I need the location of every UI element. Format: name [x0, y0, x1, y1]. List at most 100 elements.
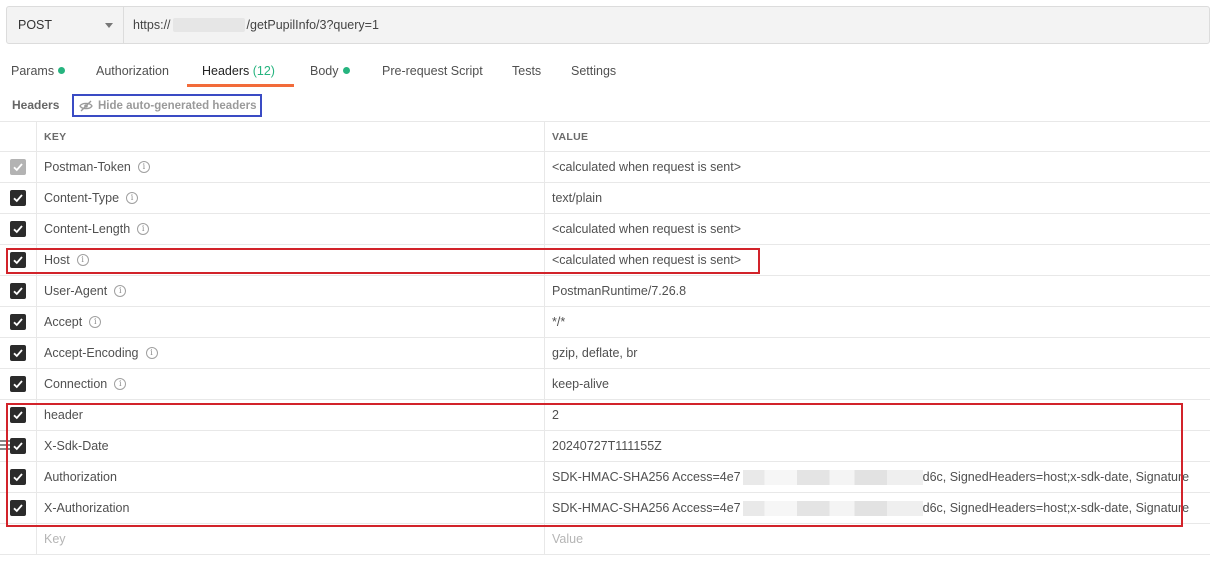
header-value[interactable]: SDK-HMAC-SHA256 Access=4e7 d6c, SignedHea… [545, 493, 1210, 523]
header-value[interactable]: PostmanRuntime/7.26.8 [545, 276, 1210, 306]
table-row: Connection i keep-alive [0, 369, 1210, 400]
table-row: Authorization SDK-HMAC-SHA256 Access=4e7… [0, 462, 1210, 493]
table-row: Content-Type i text/plain [0, 183, 1210, 214]
hide-auto-generated-headers-button[interactable]: Hide auto-generated headers [72, 94, 262, 117]
tab-settings[interactable]: Settings [571, 58, 616, 88]
headers-subheader: Headers Hide auto-generated headers [0, 94, 1210, 118]
tab-authorization[interactable]: Authorization [96, 58, 169, 88]
header-value[interactable]: */* [545, 307, 1210, 337]
header-value[interactable]: <calculated when request is sent> [545, 152, 1210, 182]
info-icon[interactable]: i [114, 285, 127, 297]
header-key[interactable]: Accept-Encoding i [37, 338, 545, 368]
header-key-text: Postman-Token [44, 160, 131, 174]
header-key[interactable]: Content-Length i [37, 214, 545, 244]
info-icon[interactable]: i [145, 347, 158, 359]
info-icon[interactable]: i [76, 254, 89, 266]
header-key[interactable]: X-Sdk-Date [37, 431, 545, 461]
tab-headers-label: Headers [202, 64, 250, 78]
header-value[interactable]: 2 [545, 400, 1210, 430]
header-key-text: X-Sdk-Date [44, 439, 109, 453]
row-checkbox[interactable] [10, 252, 26, 268]
check-icon [13, 287, 23, 296]
header-key-text: header [44, 408, 83, 422]
value-placeholder: Value [552, 532, 584, 546]
check-icon [13, 473, 23, 482]
header-value-text: text/plain [552, 191, 603, 205]
url-input[interactable]: https:// /getPupilInfo/3?query=1 [124, 7, 1209, 43]
table-row: Accept i */* [0, 307, 1210, 338]
header-key-text: X-Authorization [44, 501, 130, 515]
new-key-input[interactable]: Key [37, 524, 545, 554]
hide-button-label: Hide auto-generated headers [98, 99, 257, 112]
tab-tests[interactable]: Tests [512, 58, 541, 88]
row-check-cell [0, 400, 37, 430]
url-suffix: /getPupilInfo/3?query=1 [246, 18, 379, 32]
info-icon[interactable]: i [137, 223, 150, 235]
row-checkbox[interactable] [10, 190, 26, 206]
info-icon[interactable]: i [137, 161, 150, 173]
row-checkbox[interactable] [10, 376, 26, 392]
header-key[interactable]: X-Authorization [37, 493, 545, 523]
key-placeholder: Key [44, 532, 66, 546]
header-value[interactable]: <calculated when request is sent> [545, 245, 1210, 275]
table-row: X-Sdk-Date 20240727T111155Z [0, 431, 1210, 462]
header-key[interactable]: Content-Type i [37, 183, 545, 213]
header-value[interactable]: SDK-HMAC-SHA256 Access=4e7 d6c, SignedHea… [545, 462, 1210, 492]
header-value[interactable]: 20240727T111155Z [545, 431, 1210, 461]
info-icon[interactable]: i [89, 316, 102, 328]
eye-slash-icon [79, 100, 93, 111]
check-icon [13, 194, 23, 203]
chevron-down-icon [105, 22, 113, 28]
row-checkbox[interactable] [10, 469, 26, 485]
check-icon [13, 380, 23, 389]
row-check-cell [0, 307, 37, 337]
header-value-text: 20240727T111155Z [552, 439, 662, 453]
info-icon[interactable]: i [114, 378, 127, 390]
table-row: Accept-Encoding i gzip, deflate, br [0, 338, 1210, 369]
row-checkbox[interactable] [10, 159, 26, 175]
header-key[interactable]: Connection i [37, 369, 545, 399]
header-value[interactable]: gzip, deflate, br [545, 338, 1210, 368]
row-checkbox[interactable] [10, 221, 26, 237]
tab-body[interactable]: Body [310, 58, 350, 88]
tab-params[interactable]: Params [11, 58, 66, 88]
method-select[interactable]: POST [7, 7, 124, 43]
header-value[interactable]: text/plain [545, 183, 1210, 213]
url-prefix: https:// [133, 18, 171, 32]
info-icon[interactable]: i [126, 192, 139, 204]
tab-pre-request-script-label: Pre-request Script [382, 64, 483, 78]
new-header-row: Key Value [0, 524, 1210, 555]
header-key[interactable]: header [37, 400, 545, 430]
row-checkbox[interactable] [10, 345, 26, 361]
row-checkbox[interactable] [10, 438, 26, 454]
new-value-input[interactable]: Value [545, 524, 1210, 554]
header-key[interactable]: User-Agent i [37, 276, 545, 306]
row-checkbox[interactable] [10, 500, 26, 516]
header-key[interactable]: Postman-Token i [37, 152, 545, 182]
row-check-cell [0, 214, 37, 244]
header-key-text: Content-Type [44, 191, 120, 205]
row-checkbox[interactable] [10, 407, 26, 423]
table-row: header 2 [0, 400, 1210, 431]
header-value-prefix: SDK-HMAC-SHA256 Access=4e7 [552, 470, 741, 484]
header-value-text: PostmanRuntime/7.26.8 [552, 284, 687, 298]
row-check-cell [0, 183, 37, 213]
header-value-text: 2 [552, 408, 559, 422]
header-key[interactable]: Authorization [37, 462, 545, 492]
status-dot-icon [342, 67, 350, 74]
header-value-text: keep-alive [552, 377, 609, 391]
table-row: Content-Length i <calculated when request… [0, 214, 1210, 245]
redacted-value [742, 469, 923, 485]
header-key[interactable]: Accept i [37, 307, 545, 337]
column-header-key: KEY [37, 122, 545, 151]
table-row: User-Agent i PostmanRuntime/7.26.8 [0, 276, 1210, 307]
row-checkbox[interactable] [10, 283, 26, 299]
table-row: Postman-Token i <calculated when request … [0, 152, 1210, 183]
row-check-cell [0, 462, 37, 492]
tab-pre-request-script[interactable]: Pre-request Script [382, 58, 483, 88]
header-key[interactable]: Host i [37, 245, 545, 275]
header-value[interactable]: <calculated when request is sent> [545, 214, 1210, 244]
row-checkbox[interactable] [10, 314, 26, 330]
header-value[interactable]: keep-alive [545, 369, 1210, 399]
check-icon [13, 256, 23, 265]
